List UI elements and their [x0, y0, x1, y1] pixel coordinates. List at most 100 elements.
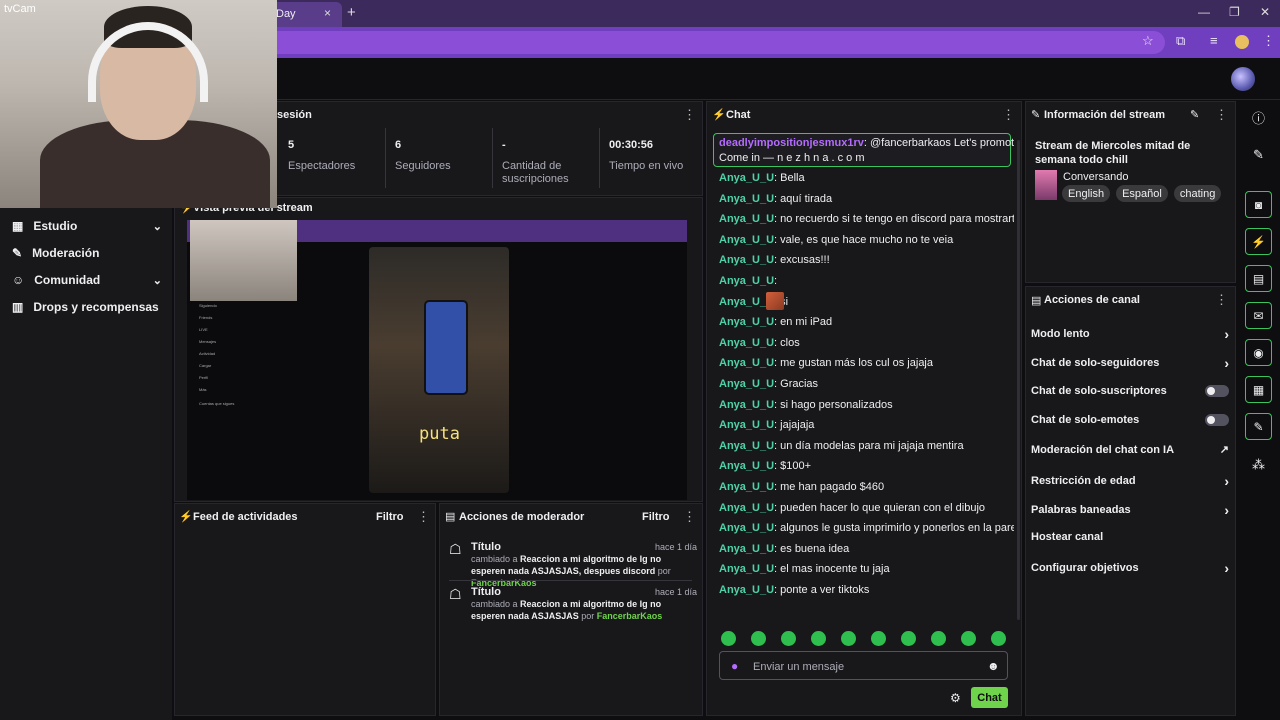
chat-username[interactable]: Anya_U_U [719, 584, 774, 596]
sidebar-item-comunidad[interactable]: ☺ Comunidad ⌄ [12, 270, 162, 290]
toggle-switch[interactable] [1205, 384, 1229, 397]
chat-scrollbar[interactable] [1017, 140, 1020, 620]
preview-menu-item: LIVE [199, 327, 208, 332]
chat-username[interactable]: Anya_U_U [719, 419, 774, 431]
stream-category: Conversando [1063, 171, 1129, 183]
window-minimize-icon[interactable]: — [1198, 5, 1210, 19]
edit-pencil-icon[interactable]: ✎ [1190, 108, 1199, 121]
channel-action-item[interactable]: Chat de solo-emotes [1031, 413, 1229, 426]
chat-text: : vale, es que hace mucho no te veia [774, 233, 954, 246]
profile-icon[interactable] [1235, 35, 1249, 49]
chat-text: : clos [774, 336, 800, 349]
channel-action-item[interactable]: Modo lento › [1031, 326, 1229, 342]
emoji-icon[interactable]: ☻ [987, 659, 1000, 673]
emote-icon[interactable] [871, 631, 886, 646]
window-restore-icon[interactable]: ❐ [1229, 5, 1240, 19]
channel-action-item[interactable]: Palabras baneadas › [1031, 502, 1229, 518]
emote-icon[interactable] [751, 631, 766, 646]
category-boxart [1035, 170, 1057, 200]
chat-send-button[interactable]: Chat [971, 687, 1008, 708]
tag-espanol[interactable]: Español [1116, 185, 1168, 202]
channel-action-item[interactable]: Chat de solo-suscriptores [1031, 384, 1229, 397]
activity-menu-icon[interactable]: ⋮ [417, 509, 430, 525]
channel-action-item[interactable]: Hostear canal [1031, 531, 1229, 543]
toggle-switch[interactable] [1205, 413, 1229, 426]
clip-icon[interactable]: ◙ [1245, 191, 1272, 218]
channel-action-item[interactable]: Chat de solo-seguidores › [1031, 355, 1229, 371]
pencil-icon[interactable]: ✎ [1245, 141, 1272, 168]
chat-title: Chat [726, 109, 751, 121]
preview-menu-item: Más [199, 387, 207, 392]
mod-actions-icon: ▤ [445, 511, 456, 523]
address-bar[interactable] [250, 31, 1165, 54]
channel-actions-menu-icon[interactable]: ⋮ [1215, 292, 1228, 308]
chat-username[interactable]: Anya_U_U [719, 275, 774, 287]
chat-username[interactable]: Anya_U_U [719, 563, 774, 575]
channel-action-item[interactable]: Configurar objetivos › [1031, 560, 1229, 576]
mod-menu-icon[interactable]: ⋮ [683, 509, 696, 525]
chat-username[interactable]: Anya_U_U [719, 172, 774, 184]
emote-icon[interactable] [991, 631, 1006, 646]
chat-username[interactable]: Anya_U_U [719, 378, 774, 390]
chat-message: Anya_U_U: es buena idea [719, 543, 1014, 555]
emote-icon[interactable] [841, 631, 856, 646]
channel-action-item[interactable]: Moderación del chat con IA ↗ [1031, 443, 1229, 457]
extensions-icon[interactable]: ⧉ [1176, 33, 1185, 49]
tab-close-icon[interactable]: × [324, 6, 331, 20]
chat-text: : aquí tirada [774, 192, 833, 205]
broadcast-icon[interactable]: ◉ [1245, 339, 1272, 366]
document-icon[interactable]: ▤ [1245, 265, 1272, 292]
emote-icon[interactable] [931, 631, 946, 646]
mod-item-title: Título [471, 586, 501, 598]
chat-username[interactable]: Anya_U_U [719, 502, 774, 514]
sidebar-item-label: Comunidad [34, 273, 101, 287]
chat-username[interactable]: Anya_U_U [719, 481, 774, 493]
chat-username[interactable]: Anya_U_U [719, 440, 774, 452]
chat-settings-icon[interactable]: ⚙ [950, 691, 961, 705]
sidebar-item-estudio[interactable]: ▦ Estudio ⌄ [12, 216, 162, 236]
preview-menu-item: Mensajes [199, 339, 217, 344]
pinned-line-2: Come in — n e z h n a . c o m [719, 152, 865, 164]
stream-info-menu-icon[interactable]: ⋮ [1215, 107, 1228, 123]
sidebar-item-drops[interactable]: ▥ Drops y recompensas [12, 297, 162, 317]
chat-username[interactable]: Anya_U_U [719, 399, 774, 411]
user-avatar[interactable] [1231, 67, 1255, 91]
chat-username[interactable]: Anya_U_U [719, 213, 774, 225]
chat-username[interactable]: Anya_U_U [719, 316, 774, 328]
chat-username[interactable]: Anya_U_U [719, 357, 774, 369]
microphone-icon[interactable]: ● [731, 659, 738, 673]
nodes-icon[interactable]: ⁂ [1245, 451, 1272, 478]
media-icon[interactable]: ≡ [1210, 33, 1218, 48]
speech-bubble-icon[interactable]: ✉ [1245, 302, 1272, 329]
tag-chating[interactable]: chating [1173, 185, 1222, 202]
bolt-icon[interactable]: ⚡ [1245, 228, 1272, 255]
chat-menu-icon[interactable]: ⋮ [1002, 107, 1015, 123]
browser-menu-icon[interactable]: ⋮ [1262, 33, 1275, 49]
chat-username[interactable]: Anya_U_U [719, 337, 774, 349]
tag-english[interactable]: English [1062, 185, 1111, 202]
emote-icon[interactable] [901, 631, 916, 646]
info-icon[interactable]: ⓘ [1245, 104, 1272, 131]
chat-username[interactable]: Anya_U_U [719, 254, 774, 266]
mod-filter-button[interactable]: Filtro [642, 511, 670, 523]
window-close-icon[interactable]: ✕ [1260, 5, 1270, 19]
actions-icon: ▤ [1031, 295, 1042, 307]
chat-username[interactable]: Anya_U_U [719, 193, 774, 205]
chat-username[interactable]: Anya_U_U [719, 460, 774, 472]
session-menu-icon[interactable]: ⋮ [683, 107, 696, 123]
activity-filter-button[interactable]: Filtro [376, 511, 404, 523]
layout-icon[interactable]: ▦ [1245, 376, 1272, 403]
chat-username[interactable]: Anya_U_U [719, 522, 774, 534]
emote-icon[interactable] [961, 631, 976, 646]
emote-icon[interactable] [781, 631, 796, 646]
wrench-icon[interactable]: ✎ [1245, 413, 1272, 440]
new-tab-icon[interactable]: + [347, 4, 356, 21]
stream-preview[interactable]: Siguiendo Friends LIVE Mensajes Activida… [187, 220, 687, 500]
chat-username[interactable]: Anya_U_U [719, 543, 774, 555]
emote-icon[interactable] [811, 631, 826, 646]
emote-icon[interactable] [721, 631, 736, 646]
sidebar-item-moderacion[interactable]: ✎ Moderación [12, 243, 162, 263]
chat-username[interactable]: Anya_U_U [719, 234, 774, 246]
bookmark-star-icon[interactable]: ☆ [1142, 33, 1154, 49]
channel-action-item[interactable]: Restricción de edad › [1031, 473, 1229, 489]
